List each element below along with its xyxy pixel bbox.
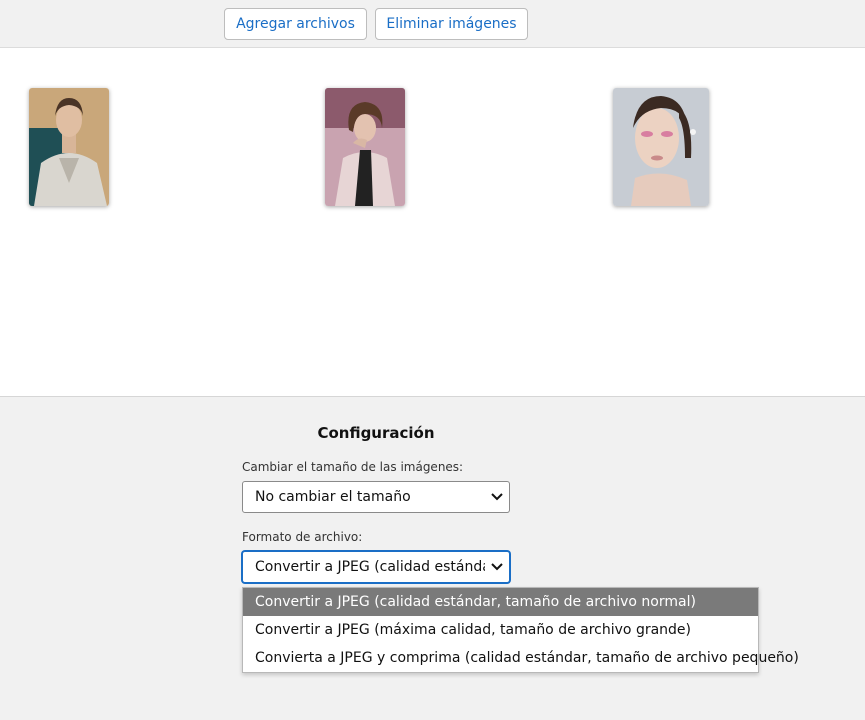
photo-woman-curly-hair-scarf bbox=[325, 88, 405, 206]
resize-select-value: No cambiar el tamaño bbox=[255, 489, 411, 505]
resize-select[interactable]: No cambiar el tamaño bbox=[242, 481, 510, 513]
file-format-dropdown: Convertir a JPEG (calidad estándar, tama… bbox=[242, 587, 799, 673]
image-thumbnail-1[interactable] bbox=[29, 88, 109, 206]
chevron-down-icon bbox=[485, 552, 509, 582]
file-format-select-value: Convertir a JPEG (calidad estándar, tama… bbox=[255, 559, 485, 575]
file-format-label: Formato de archivo: bbox=[242, 530, 363, 544]
resize-label: Cambiar el tamaño de las imágenes: bbox=[242, 460, 464, 474]
settings-title: Configuración bbox=[317, 424, 435, 442]
toolbar: Agregar archivos Eliminar imágenes bbox=[0, 0, 865, 48]
photo-woman-trench-coat bbox=[29, 88, 109, 206]
chevron-down-icon bbox=[485, 482, 509, 512]
image-thumbnail-3[interactable] bbox=[613, 88, 709, 206]
add-files-button[interactable]: Agregar archivos bbox=[224, 8, 367, 40]
image-thumbnail-2[interactable] bbox=[325, 88, 405, 206]
image-gallery bbox=[0, 48, 865, 397]
file-format-option[interactable]: Convierta a JPEG y comprima (calidad est… bbox=[243, 644, 799, 672]
file-format-option[interactable]: Convertir a JPEG (calidad estándar, tama… bbox=[243, 588, 758, 616]
photo-woman-pink-makeup bbox=[613, 88, 709, 206]
file-format-option[interactable]: Convertir a JPEG (máxima calidad, tamaño… bbox=[243, 616, 758, 644]
delete-images-button[interactable]: Eliminar imágenes bbox=[375, 8, 528, 40]
file-format-select[interactable]: Convertir a JPEG (calidad estándar, tama… bbox=[242, 551, 510, 583]
